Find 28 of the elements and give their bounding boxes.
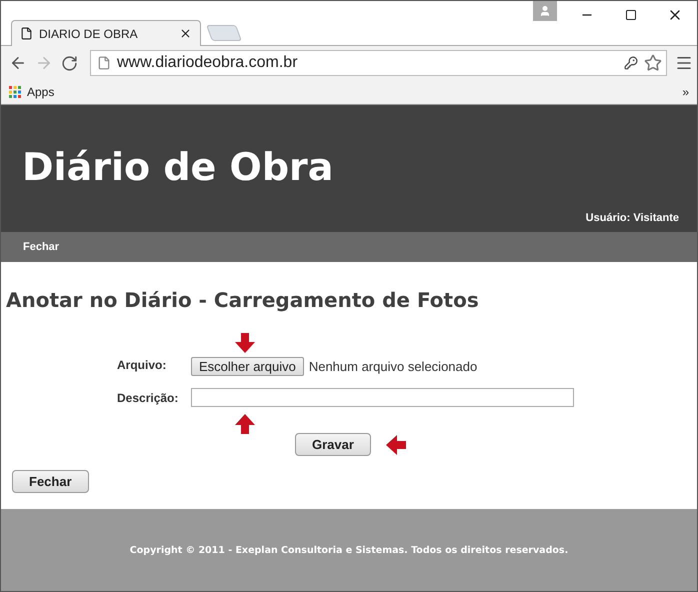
reload-icon[interactable]	[61, 54, 78, 72]
copyright-text: Copyright © 2011 - Exeplan Consultoria e Sistemas. Todos os direitos reservados.	[130, 544, 568, 556]
arrow-icon	[384, 434, 407, 456]
menu-icon[interactable]	[675, 54, 693, 72]
description-field[interactable]	[191, 388, 574, 407]
bookmark-link[interactable]: Apps	[27, 85, 54, 99]
apps-icon	[9, 86, 21, 98]
key-icon[interactable]	[624, 56, 638, 70]
save-button[interactable]: Gravar	[295, 433, 371, 456]
arrow-icon	[234, 332, 256, 354]
user-label: Usuário: Visitante	[586, 212, 679, 224]
nav-link[interactable]: Fechar	[23, 241, 60, 253]
page-icon	[97, 56, 111, 70]
browser-tab[interactable]: DIARIO DE OBRA	[11, 20, 201, 46]
back-icon[interactable]	[9, 54, 27, 72]
field-label: Descrição:	[117, 390, 180, 404]
site-title: Diário de Obra	[22, 145, 334, 189]
address-bar[interactable]: www.diariodeobra.com.br	[90, 50, 667, 76]
page-icon	[20, 27, 33, 40]
arrow-icon	[234, 413, 256, 435]
overflow-chevron[interactable]: »	[682, 85, 689, 99]
field-label: Arquivo:	[117, 358, 168, 372]
close-icon[interactable]	[179, 27, 192, 40]
page-title: Anotar no Diário - Carregamento de Fotos	[6, 288, 480, 312]
file-status: Nenhum arquivo selecionado	[308, 359, 478, 374]
choose-file-button[interactable]: Escolher arquivo	[191, 357, 304, 376]
star-icon[interactable]	[644, 54, 662, 72]
close-button[interactable]: Fechar	[12, 470, 89, 493]
